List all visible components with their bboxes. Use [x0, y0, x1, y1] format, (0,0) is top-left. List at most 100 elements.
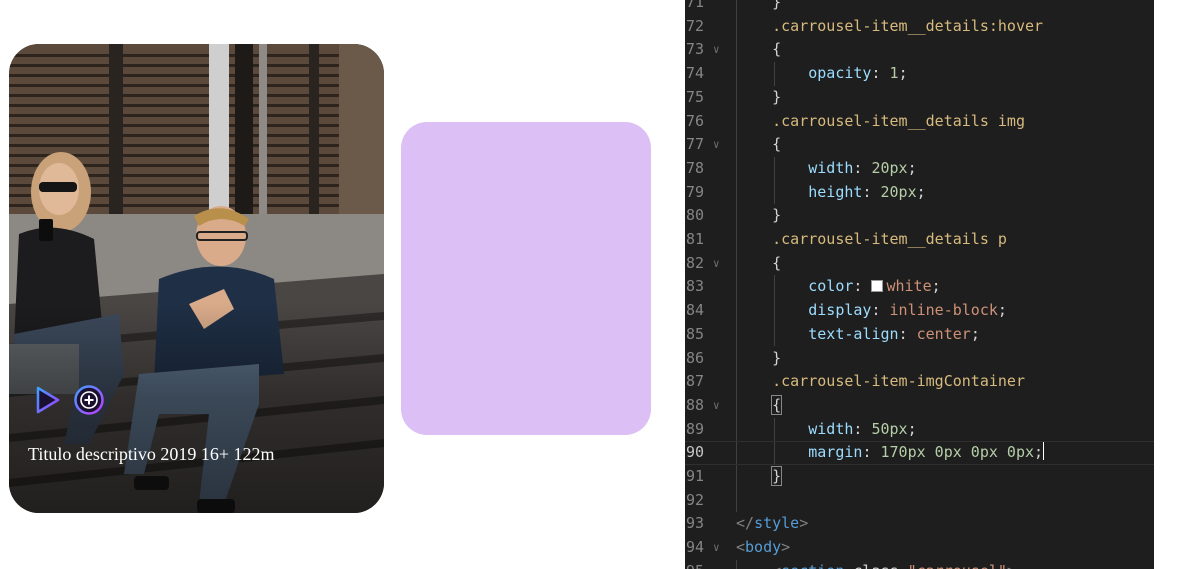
code-line[interactable]: 83 color: white;	[685, 275, 1154, 299]
play-icon[interactable]	[31, 384, 63, 416]
code-token: :	[862, 443, 881, 462]
code-token: :	[871, 64, 890, 83]
color-swatch-icon[interactable]	[871, 280, 884, 293]
code-token: .carrousel-item__details:hover	[736, 16, 1044, 35]
code-token: 20px	[871, 158, 908, 177]
code-line[interactable]: 75 }	[685, 86, 1154, 110]
code-token: ;	[931, 277, 941, 296]
line-code: }	[736, 0, 781, 15]
code-line[interactable]: 72 .carrousel-item__details:hover	[685, 15, 1154, 39]
code-token: }	[736, 206, 782, 225]
code-line[interactable]: 82 ∨ {	[685, 252, 1154, 276]
code-line[interactable]: 91 }	[685, 465, 1154, 489]
card-gradient-overlay	[9, 44, 384, 513]
code-token: section	[781, 562, 844, 569]
code-token: }	[736, 87, 782, 106]
code-line[interactable]: 95 <section class="carrousel">	[685, 560, 1154, 569]
code-line[interactable]: 79 height: 20px;	[685, 181, 1154, 205]
code-line[interactable]: 84 display: inline-block;	[685, 299, 1154, 323]
code-token: >	[799, 514, 809, 533]
code-line[interactable]: 74 opacity: 1;	[685, 62, 1154, 86]
code-token: white	[886, 277, 932, 296]
line-number: 85	[685, 324, 704, 343]
code-line[interactable]: 73 ∨ {	[685, 38, 1154, 62]
code-token: }	[736, 0, 782, 11]
code-token: ;	[898, 64, 908, 83]
code-token: :	[853, 419, 872, 438]
code-line[interactable]: 80 }	[685, 204, 1154, 228]
fold-chevron-icon[interactable]: ∨	[713, 394, 720, 418]
code-line[interactable]: 78 width: 20px;	[685, 157, 1154, 181]
fold-chevron-icon[interactable]: ∨	[713, 38, 720, 62]
line-number: 78	[685, 158, 704, 177]
line-code: text-align: center;	[736, 323, 980, 347]
line-code: display: inline-block;	[736, 299, 1007, 323]
code-line[interactable]: 89 width: 50px;	[685, 418, 1154, 442]
line-number: 75	[685, 87, 704, 106]
code-line[interactable]: 94 ∨ <body>	[685, 536, 1154, 560]
fold-chevron-icon[interactable]: ∨	[713, 133, 720, 157]
line-code: {	[736, 252, 781, 276]
code-token: .carrousel-item__details img	[736, 111, 1025, 130]
line-code: .carrousel-item__details img	[736, 110, 1025, 134]
code-token: width	[736, 158, 854, 177]
code-line[interactable]: 88 ∨ {	[685, 394, 1154, 418]
code-line[interactable]: 85 text-align: center;	[685, 323, 1154, 347]
code-token: text-align	[736, 324, 899, 343]
code-line[interactable]: 71 }	[685, 0, 1154, 15]
fold-chevron-icon[interactable]: ∨	[713, 252, 720, 276]
code-token: =	[899, 562, 908, 569]
code-token: "carrousel"	[908, 562, 1007, 569]
line-code: color: white;	[736, 275, 941, 299]
line-number: 74	[685, 64, 704, 83]
code-editor[interactable]: 71 } 72 .carrousel-item__details:hover 73 ∨…	[685, 0, 1154, 569]
code-line[interactable]: 86 }	[685, 347, 1154, 371]
line-number: 76	[685, 111, 704, 130]
code-token: .carrousel-item-imgContainer	[736, 372, 1025, 391]
code-line[interactable]: 77 ∨ {	[685, 133, 1154, 157]
code-token: style	[754, 514, 800, 533]
code-token: 50px	[871, 419, 908, 438]
line-code: </style>	[736, 512, 808, 536]
line-number: 86	[685, 348, 704, 367]
code-token: >	[781, 538, 791, 557]
line-number: 94	[685, 538, 704, 557]
code-token: {	[771, 394, 783, 415]
line-number: 79	[685, 182, 704, 201]
line-number: 77	[685, 135, 704, 154]
code-token: </	[736, 514, 755, 533]
code-line[interactable]: 87 .carrousel-item-imgContainer	[685, 370, 1154, 394]
code-token: height	[736, 182, 863, 201]
line-code: <section class="carrousel">	[736, 560, 1016, 569]
code-token: >	[1007, 562, 1016, 569]
code-line[interactable]: 93 </style>	[685, 512, 1154, 536]
line-code: }	[736, 347, 781, 371]
line-code: .carrousel-item__details p	[736, 228, 1007, 252]
code-token: :	[853, 277, 872, 296]
code-token: 170px 0px 0px 0px	[880, 443, 1035, 462]
fold-chevron-icon[interactable]: ∨	[713, 536, 720, 560]
code-token: ;	[997, 301, 1007, 320]
carousel-item-placeholder[interactable]	[401, 122, 651, 435]
code-token: {	[736, 40, 782, 59]
code-token: {	[736, 135, 782, 154]
line-code: {	[736, 394, 783, 418]
line-number: 80	[685, 206, 704, 225]
line-number: 89	[685, 419, 704, 438]
code-line[interactable]: 81 .carrousel-item__details p	[685, 228, 1154, 252]
code-line[interactable]: 90 margin: 170px 0px 0px 0px;	[685, 441, 1154, 465]
plus-circle-icon[interactable]	[73, 384, 105, 416]
card-actions	[31, 384, 105, 416]
code-line[interactable]: 92	[685, 489, 1154, 513]
code-token: 20px	[880, 182, 917, 201]
line-number: 91	[685, 467, 704, 485]
code-line[interactable]: 76 .carrousel-item__details img	[685, 110, 1154, 134]
line-number: 72	[685, 16, 704, 35]
carousel-item-card[interactable]: Titulo descriptivo 2019 16+ 122m	[9, 44, 384, 513]
line-code: width: 20px;	[736, 157, 916, 181]
line-number: 71	[685, 0, 704, 11]
line-number: 81	[685, 230, 704, 248]
